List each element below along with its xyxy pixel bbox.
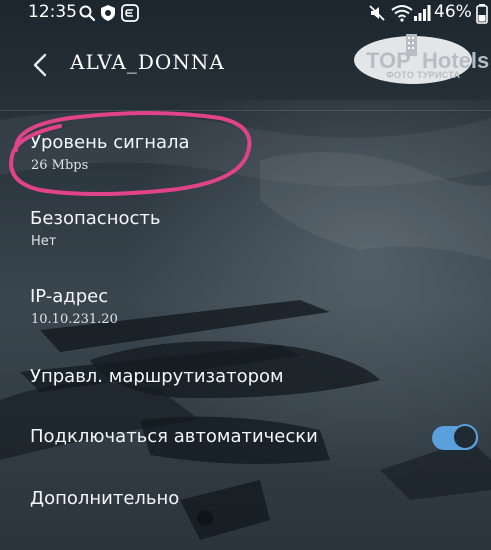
list-item-router-management[interactable]: Управл. маршрутизатором	[0, 354, 491, 402]
signal-strength-value: 26 Mbps	[31, 158, 89, 173]
security-label: Безопасность	[30, 208, 161, 229]
e-app-icon	[121, 4, 139, 22]
wifi-icon	[391, 5, 413, 22]
security-value: Нет	[31, 234, 57, 249]
toggle-thumb	[452, 424, 478, 450]
shield-icon	[101, 5, 115, 21]
ip-address-value: 10.10.231.20	[31, 312, 118, 327]
logo-subtitle: ФОТО ТУРИСТА	[386, 70, 461, 80]
ip-address-label: IP-адрес	[30, 286, 109, 307]
search-icon	[79, 5, 96, 22]
list-item-security[interactable]: Безопасность Нет	[0, 196, 491, 262]
battery-icon	[476, 4, 488, 24]
list-item-ip-address[interactable]: IP-адрес 10.10.231.20	[0, 274, 491, 340]
battery-percent: 46%	[434, 2, 472, 22]
list-item-advanced[interactable]: Дополнительно	[0, 476, 491, 524]
router-management-label: Управл. маршрутизатором	[30, 366, 284, 387]
status-time: 12:35	[28, 2, 77, 22]
signal-icon	[414, 5, 431, 21]
auto-reconnect-label: Подключаться автоматически	[30, 426, 318, 447]
mute-icon	[369, 5, 385, 21]
list-item-auto-reconnect[interactable]: Подключаться автоматически	[0, 414, 491, 462]
chevron-left-icon[interactable]	[28, 52, 54, 78]
status-bar: 12:35 46%	[0, 0, 491, 30]
advanced-label: Дополнительно	[30, 488, 180, 509]
header-divider	[0, 110, 491, 111]
page-title: ALVA_DONNA	[70, 50, 225, 74]
signal-strength-label: Уровень сигнала	[30, 132, 190, 153]
auto-reconnect-toggle[interactable]	[432, 424, 478, 450]
tophotels-watermark: TOP Hotels ФОТО ТУРИСТА	[352, 28, 489, 86]
list-item-signal-strength[interactable]: Уровень сигнала 26 Mbps	[0, 118, 491, 188]
